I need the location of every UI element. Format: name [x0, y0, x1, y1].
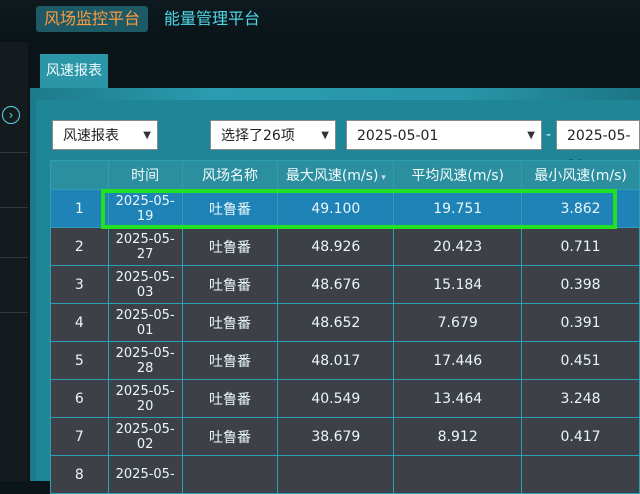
- cell-max-speed: [277, 455, 395, 494]
- cell-date: 2025-05-02: [107, 417, 183, 456]
- cell-avg-speed: [393, 455, 523, 494]
- highlight-box: [101, 189, 617, 229]
- header-time[interactable]: 时间: [107, 160, 183, 190]
- cell-min-speed: 0.711: [521, 227, 640, 266]
- cell-index: 8: [50, 455, 109, 494]
- cell-index: 5: [50, 341, 109, 380]
- cell-avg-speed: 15.184: [393, 265, 523, 304]
- tab-wind-speed-report[interactable]: 风速报表: [40, 54, 108, 88]
- cell-index: 1: [50, 189, 109, 228]
- chevron-right-icon[interactable]: ›: [2, 106, 20, 124]
- selection-count: 选择了26项: [221, 128, 295, 144]
- cell-farm-name: 吐鲁番: [181, 341, 279, 380]
- chevron-down-icon: ▼: [527, 130, 535, 141]
- cell-date: 2025-05-27: [107, 227, 183, 266]
- cell-max-speed: 38.679: [277, 417, 395, 456]
- cell-min-speed: 0.398: [521, 265, 640, 304]
- cell-farm-name: 吐鲁番: [181, 379, 279, 418]
- table-row[interactable]: 5 2025-05-28 吐鲁番 48.017 17.446 0.451: [50, 341, 640, 380]
- cell-date: 2025-05-01: [107, 303, 183, 342]
- header-index: [50, 160, 109, 190]
- cell-avg-speed: 13.464: [393, 379, 523, 418]
- cell-max-speed: 40.549: [277, 379, 395, 418]
- header-min-speed[interactable]: 最小风速(m/s): [521, 160, 640, 190]
- table-row[interactable]: 3 2025-05-03 吐鲁番 48.676 15.184 0.398: [50, 265, 640, 304]
- cell-farm-name: 吐鲁番: [181, 303, 279, 342]
- table-row[interactable]: 7 2025-05-02 吐鲁番 38.679 8.912 0.417: [50, 417, 640, 456]
- top-nav: 风场监控平台 能量管理平台: [0, 0, 640, 42]
- divider: [0, 207, 28, 208]
- cell-index: 3: [50, 265, 109, 304]
- cell-index: 4: [50, 303, 109, 342]
- header-farm-name[interactable]: 风场名称: [181, 160, 279, 190]
- cell-index: 2: [50, 227, 109, 266]
- cell-avg-speed: 7.679: [393, 303, 523, 342]
- cell-date: 2025-05-: [107, 455, 183, 494]
- cell-min-speed: 0.391: [521, 303, 640, 342]
- cell-farm-name: 吐鲁番: [181, 417, 279, 456]
- cell-avg-speed: 17.446: [393, 341, 523, 380]
- cell-max-speed: 48.926: [277, 227, 395, 266]
- end-date-picker[interactable]: 2025-05-31: [556, 120, 640, 174]
- header-max-speed[interactable]: 最大风速(m/s) ▾: [277, 160, 395, 190]
- start-date-value: 2025-05-01: [357, 128, 439, 144]
- cell-farm-name: 吐鲁番: [181, 227, 279, 266]
- cell-min-speed: [521, 455, 640, 494]
- date-range-separator: -: [546, 127, 552, 143]
- table-row[interactable]: 4 2025-05-01 吐鲁番 48.652 7.679 0.391: [50, 303, 640, 342]
- table-row[interactable]: 2 2025-05-27 吐鲁番 48.926 20.423 0.711: [50, 227, 640, 266]
- cell-max-speed: 48.652: [277, 303, 395, 342]
- cell-date: 2025-05-20: [107, 379, 183, 418]
- cell-farm-name: 吐鲁番: [181, 265, 279, 304]
- header-avg-speed[interactable]: 平均风速(m/s): [393, 160, 523, 190]
- sort-desc-icon[interactable]: ▾: [378, 173, 386, 183]
- cell-date: 2025-05-28: [107, 341, 183, 380]
- chevron-down-icon: ▼: [143, 130, 151, 141]
- wind-farm-multiselect[interactable]: 选择了26项 ▼: [210, 120, 336, 150]
- cell-min-speed: 0.451: [521, 341, 640, 380]
- table-row[interactable]: 8 2025-05-: [50, 455, 640, 494]
- chevron-down-icon: ▼: [321, 130, 329, 141]
- table-row[interactable]: 6 2025-05-20 吐鲁番 40.549 13.464 3.248: [50, 379, 640, 418]
- cell-index: 6: [50, 379, 109, 418]
- cell-max-speed: 48.017: [277, 341, 395, 380]
- report-type-value: 风速报表: [63, 128, 119, 144]
- start-date-picker[interactable]: 2025-05-01 ▼: [346, 120, 542, 150]
- header-max-speed-label: 最大风速(m/s): [285, 168, 379, 184]
- tab-wind-monitoring[interactable]: 风场监控平台: [36, 6, 149, 32]
- divider: [0, 257, 28, 258]
- cell-min-speed: 0.417: [521, 417, 640, 456]
- cell-farm-name: [181, 455, 279, 494]
- table-header: 时间 风场名称 最大风速(m/s) ▾ 平均风速(m/s) 最小风速(m/s): [50, 160, 640, 190]
- divider: [0, 312, 28, 313]
- cell-index: 7: [50, 417, 109, 456]
- cell-max-speed: 48.676: [277, 265, 395, 304]
- cell-avg-speed: 8.912: [393, 417, 523, 456]
- report-type-select[interactable]: 风速报表 ▼: [52, 120, 158, 150]
- left-sidebar: ›: [0, 42, 28, 481]
- tab-energy-management[interactable]: 能量管理平台: [156, 6, 268, 32]
- divider: [0, 152, 28, 153]
- cell-min-speed: 3.248: [521, 379, 640, 418]
- cell-avg-speed: 20.423: [393, 227, 523, 266]
- cell-date: 2025-05-03: [107, 265, 183, 304]
